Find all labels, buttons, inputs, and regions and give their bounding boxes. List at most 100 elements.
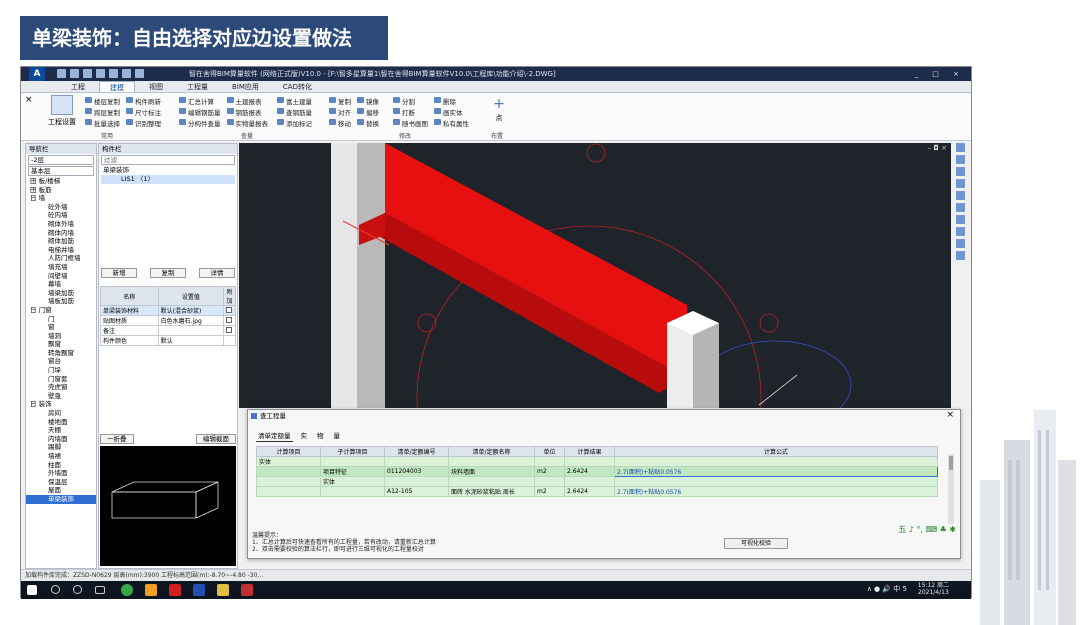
- measure-icon[interactable]: [955, 227, 965, 236]
- nav-item[interactable]: 日 墙: [26, 194, 96, 203]
- copy-button[interactable]: 复制: [329, 96, 351, 106]
- nav-item[interactable]: 日 装饰: [26, 400, 96, 409]
- nav-item[interactable]: 砌体内墙: [26, 229, 96, 238]
- system-tray[interactable]: ∧ ● 🔊 中 5: [867, 584, 907, 594]
- table-row[interactable]: 构件颜色 默认: [100, 335, 236, 346]
- nav-item[interactable]: 门窗套: [26, 375, 96, 384]
- table-row[interactable]: A12-105 面砖 水泥砂浆粘贴 周长 m2 2.6424 2.7(面积)+粘…: [256, 486, 938, 497]
- display-icon[interactable]: [955, 203, 965, 212]
- bim-app-icon[interactable]: [193, 584, 205, 596]
- tab-bill-quota[interactable]: 清单定额量: [256, 432, 293, 442]
- tab-cad[interactable]: CAD转化: [273, 81, 322, 92]
- nav-item[interactable]: 墙裙: [26, 452, 96, 461]
- prop-value[interactable]: 默认: [157, 335, 225, 346]
- civil-report-button[interactable]: 土建报表: [226, 96, 269, 106]
- batch-select-button[interactable]: 批量选择: [85, 118, 120, 128]
- undo-icon[interactable]: [122, 69, 131, 78]
- nav-item[interactable]: 间壁墙: [26, 272, 96, 281]
- nav-item[interactable]: 壳虎窗: [26, 383, 96, 392]
- orbit-handle[interactable]: [759, 313, 779, 333]
- tab-modeling[interactable]: 建模: [99, 81, 135, 92]
- floor-select[interactable]: -2层: [28, 155, 94, 165]
- clock[interactable]: 15:12 周二 2021/4/13: [918, 582, 949, 596]
- task-view-icon[interactable]: [95, 586, 105, 594]
- physical-report-button[interactable]: 实物量报表: [226, 118, 268, 128]
- nav-item[interactable]: 楼地面: [26, 418, 96, 427]
- mirror-button[interactable]: 镜像: [357, 96, 379, 106]
- tab-bim[interactable]: BIM应用: [222, 81, 269, 92]
- table-row[interactable]: 实体: [256, 456, 938, 467]
- details-button[interactable]: 详情: [199, 268, 235, 278]
- print-icon[interactable]: [96, 69, 105, 78]
- nav-item[interactable]: 砼内墙: [26, 211, 96, 220]
- prop-value[interactable]: 默认(混合砂浆): [157, 305, 225, 316]
- civil-quantity-button[interactable]: 富土建量: [277, 96, 312, 106]
- nav-item[interactable]: 门垛: [26, 366, 96, 375]
- split-button[interactable]: 分割: [393, 96, 428, 106]
- nav-item[interactable]: 砌体加筋: [26, 237, 96, 246]
- filter-icon[interactable]: [955, 215, 965, 224]
- wechat-icon[interactable]: [121, 584, 133, 596]
- rotate-icon[interactable]: [955, 179, 965, 188]
- dialog-close-button[interactable]: ×: [946, 410, 954, 420]
- cross-floor-copy-button[interactable]: 跨层复制: [85, 107, 120, 117]
- nav-item[interactable]: 填充墙: [26, 263, 96, 272]
- view-cube-icon[interactable]: [955, 143, 965, 152]
- table-row[interactable]: 贴图材质 白色水磨石.jpg: [100, 315, 236, 326]
- cortana-icon[interactable]: [73, 585, 82, 594]
- presentation-icon[interactable]: [241, 584, 253, 596]
- nav-item[interactable]: 田 板/楼梯: [26, 177, 96, 186]
- edit-rebar-button[interactable]: 编辑钢筋量: [179, 107, 221, 117]
- formula-cell[interactable]: 2.7(面积)+粘贴0.0576: [614, 466, 938, 477]
- nav-item[interactable]: 墙板加筋: [26, 297, 96, 306]
- window-controls[interactable]: _ □ ×: [915, 67, 965, 81]
- save-icon[interactable]: [83, 69, 92, 78]
- dimension-button[interactable]: 尺寸标注: [126, 107, 161, 117]
- nav-item[interactable]: 窗台: [26, 357, 96, 366]
- new-file-icon[interactable]: [57, 69, 66, 78]
- nav-item[interactable]: 天棚: [26, 426, 96, 435]
- 3d-viewport[interactable]: – ◘ ×: [239, 143, 951, 408]
- rebar-report-button[interactable]: 钢筋报表: [226, 107, 269, 117]
- tab-quantity[interactable]: 工程量: [177, 81, 218, 92]
- move-button[interactable]: 移动: [329, 118, 351, 128]
- folder-icon[interactable]: [217, 584, 229, 596]
- settings-icon[interactable]: [955, 239, 965, 248]
- component-tree-root[interactable]: 单梁装饰: [99, 166, 237, 175]
- viewport-controls[interactable]: – ◘ ×: [928, 144, 947, 152]
- tab-view[interactable]: 视图: [139, 81, 173, 92]
- organize-button[interactable]: 识别整理: [126, 118, 161, 128]
- redo-icon[interactable]: [135, 69, 144, 78]
- wps-icon[interactable]: [169, 584, 181, 596]
- table-row[interactable]: 单梁装饰材料 默认(混合砂浆): [100, 305, 236, 316]
- free-draw-button[interactable]: 随书画图: [393, 118, 428, 128]
- section-select[interactable]: 基本层: [28, 166, 94, 176]
- formula-cell[interactable]: 2.7(面积)+粘贴0.0576: [614, 486, 938, 497]
- nav-item[interactable]: 单梁装饰: [26, 494, 96, 504]
- nav-item[interactable]: 日 门窗: [26, 306, 96, 315]
- edit-section-button[interactable]: 编辑截面: [196, 434, 236, 444]
- extra-checkbox[interactable]: [226, 326, 232, 333]
- nav-item[interactable]: 幕墙: [26, 280, 96, 289]
- orbit-handle[interactable]: [417, 313, 437, 333]
- nav-item[interactable]: 柱面: [26, 461, 96, 470]
- table-row[interactable]: 实体: [256, 476, 938, 487]
- ime-toolbar[interactable]: 五 ♪ °, ⌨ ♣ ✱: [898, 524, 956, 535]
- collapse-button[interactable]: 一折叠: [100, 434, 134, 444]
- prop-value[interactable]: 白色水磨石.jpg: [157, 315, 225, 326]
- rebar-quantity-button[interactable]: 查钢筋量: [277, 107, 312, 117]
- table-row[interactable]: 项目特征 011204003 块料墙面 m2 2.6424 2.7(面积)+粘贴…: [256, 466, 938, 477]
- orbit-handle[interactable]: [586, 143, 606, 163]
- tab-physical-3[interactable]: 量: [332, 432, 343, 442]
- layer-icon[interactable]: [955, 191, 965, 200]
- project-settings-button[interactable]: 工程设置: [47, 95, 77, 127]
- summary-calc-button[interactable]: 汇总计算: [179, 96, 221, 106]
- point-layout-button[interactable]: + 点: [487, 95, 511, 123]
- private-property-button[interactable]: 私有属性: [434, 118, 469, 128]
- table-row[interactable]: 备注: [100, 325, 236, 336]
- zoom-icon[interactable]: [955, 155, 965, 164]
- nav-item[interactable]: 踢脚: [26, 443, 96, 452]
- tab-engineering[interactable]: 工程: [61, 81, 95, 92]
- nav-item[interactable]: 人防门框墙: [26, 254, 96, 263]
- break-button[interactable]: 打断: [393, 107, 428, 117]
